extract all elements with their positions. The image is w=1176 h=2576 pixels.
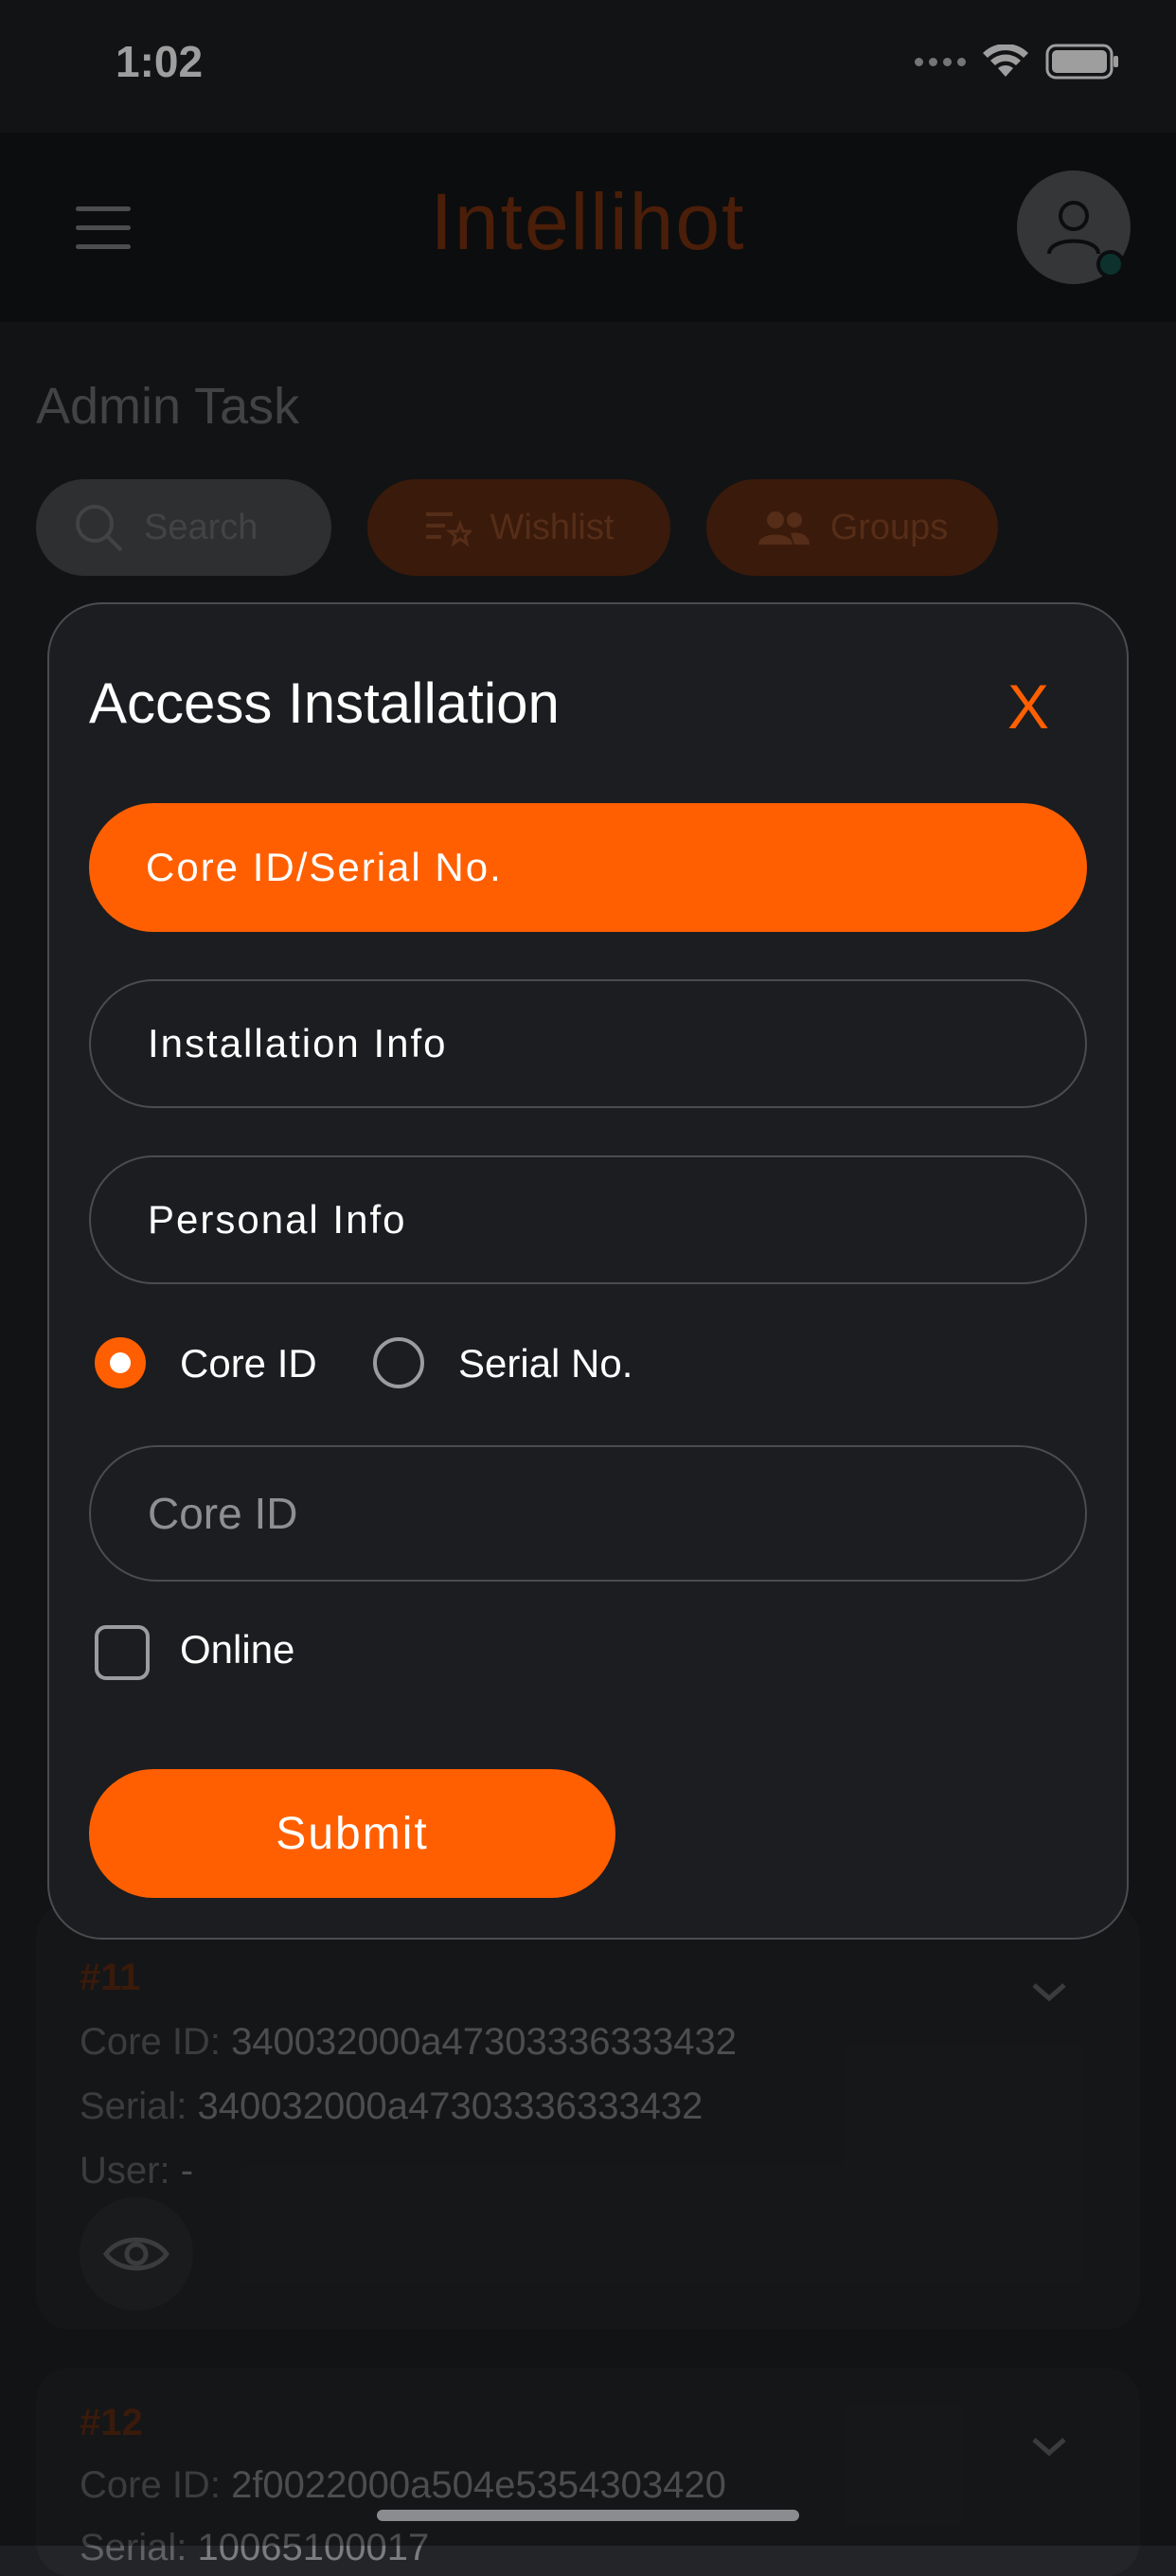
close-button[interactable]: X <box>1007 671 1049 742</box>
radio-serial-no[interactable] <box>373 1337 424 1388</box>
core-id-input[interactable] <box>89 1445 1087 1582</box>
modal-title: Access Installation <box>89 671 560 735</box>
tab-installation-info[interactable]: Installation Info <box>89 979 1087 1108</box>
online-checkbox-label: Online <box>180 1627 295 1672</box>
online-checkbox[interactable] <box>95 1625 150 1680</box>
radio-serial-no-label: Serial No. <box>458 1341 633 1386</box>
radio-core-id[interactable] <box>95 1337 146 1388</box>
radio-core-id-label: Core ID <box>180 1341 317 1386</box>
submit-button[interactable]: Submit <box>89 1769 615 1898</box>
tab-core-id-serial[interactable]: Core ID/Serial No. <box>89 803 1087 932</box>
home-indicator <box>377 2510 799 2521</box>
tab-personal-info[interactable]: Personal Info <box>89 1155 1087 1284</box>
